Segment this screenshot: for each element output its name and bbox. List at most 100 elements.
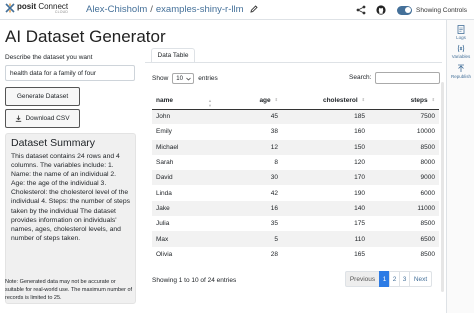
cell-name: Olivia (156, 250, 173, 258)
top-bar: posit Connect CLOUD Alex-Chisholm / exampl… (0, 0, 474, 20)
cell-cholesterol: 165 (354, 250, 365, 258)
generate-dataset-button[interactable]: Generate Dataset (5, 87, 80, 106)
cell-cholesterol: 150 (282, 139, 369, 155)
column-header-steps[interactable]: steps ⇕ (369, 92, 439, 110)
show-label: Show (152, 75, 169, 82)
sort-icon: ⇕ (274, 96, 278, 102)
rail-item-republish[interactable]: Republish (447, 64, 474, 79)
column-label: name (156, 96, 173, 104)
rail-item-logs[interactable]: Logs (447, 25, 474, 40)
cell-cholesterol: 190 (354, 189, 365, 197)
page-length-control: Show 10 entries (152, 73, 218, 84)
cell-steps: 9000 (369, 170, 439, 186)
cell-cholesterol: 110 (282, 231, 369, 247)
cell-steps: 7500 (369, 109, 439, 125)
table-row[interactable]: Julia 35 175 8500 (152, 216, 439, 231)
tab-divider (145, 62, 442, 63)
table-header-row: name ▲ ▼ age ⇕ cholesterol ⇕ steps ⇕ (152, 92, 439, 110)
page-length-select[interactable]: 10 (172, 73, 195, 84)
show-controls-label: Showing Controls (416, 6, 467, 14)
chevron-down-icon (186, 77, 192, 80)
column-label: age (259, 96, 271, 104)
breadcrumb-app-name[interactable]: examples-shiny-r-llm (156, 4, 244, 15)
cell-steps: 11000 (369, 200, 439, 217)
cell-age: 35 (270, 220, 278, 228)
cell-age: 28 (270, 250, 278, 258)
table-row[interactable]: Sarah 8 120 8000 (152, 155, 439, 170)
table-row[interactable]: Max 5 110 6500 (152, 231, 439, 247)
cell-name: Julia (156, 220, 170, 228)
table-row[interactable]: Michael 12 150 8500 (152, 139, 439, 155)
tab-data-table[interactable]: Data Table (151, 48, 195, 63)
cell-name: John (152, 109, 222, 125)
next-page-button[interactable]: Next (409, 271, 432, 287)
breadcrumb-owner[interactable]: Alex-Chisholm (86, 4, 147, 15)
cell-name: Emily (156, 128, 172, 136)
cell-name: Linda (156, 189, 172, 197)
cell-age: 45 (222, 109, 282, 125)
breadcrumb-separator: / (150, 4, 153, 15)
republish-icon (458, 64, 464, 72)
table-info: Showing 1 to 10 of 24 entries (152, 277, 237, 284)
prompt-input[interactable] (5, 65, 135, 81)
show-controls-toggle[interactable] (397, 5, 413, 15)
download-csv-button[interactable]: Download CSV (5, 109, 80, 128)
cell-name: David (152, 170, 222, 186)
cell-steps: 8000 (420, 159, 435, 167)
table-row[interactable]: Jake 16 140 11000 (152, 200, 439, 217)
table-row[interactable]: David 30 170 9000 (152, 170, 439, 186)
cell-steps: 6500 (369, 231, 439, 247)
cell-steps: 8500 (420, 220, 435, 228)
column-header-cholesterol[interactable]: cholesterol ⇕ (282, 92, 369, 110)
sort-icon: ⇕ (361, 96, 365, 102)
github-icon[interactable] (375, 4, 387, 16)
cell-cholesterol: 175 (354, 220, 365, 228)
cell-age: 38 (270, 128, 278, 136)
app-title: AI Dataset Generator (5, 27, 166, 46)
previous-page-button[interactable]: Previous (345, 271, 380, 287)
column-header-age[interactable]: age ⇕ (222, 92, 282, 110)
search-label: Search: (349, 74, 372, 81)
sort-icon: ⇕ (431, 96, 435, 102)
column-label: cholesterol (322, 96, 358, 104)
rail-item-variables[interactable]: Variables (447, 44, 474, 59)
cell-name: Max (152, 231, 222, 247)
sort-icon: ▲ ▼ (208, 98, 212, 108)
cell-cholesterol: 170 (282, 170, 369, 186)
cell-name: Jake (152, 200, 222, 217)
column-header-name[interactable]: name ▲ ▼ (152, 92, 222, 110)
table-search-input[interactable] (375, 72, 440, 84)
scrollbar[interactable] (441, 82, 444, 292)
download-csv-label: Download CSV (25, 115, 70, 122)
rail-variables-label: Variables (451, 54, 471, 59)
cell-name: Michael (152, 139, 222, 155)
cell-cholesterol: 185 (282, 109, 369, 125)
pagination: Previous 1 2 3 Next (345, 271, 432, 287)
rail-republish-label: Republish (450, 74, 471, 79)
table-row[interactable]: Emily 38 160 10000 (152, 124, 439, 139)
cell-age: 30 (222, 170, 282, 186)
brand-name-bold: posit (17, 2, 37, 11)
breadcrumb: Alex-Chisholm / examples-shiny-r-llm (86, 4, 258, 15)
cell-age: 8 (274, 159, 278, 167)
table-row[interactable]: Linda 42 190 6000 (152, 185, 439, 200)
prompt-label: Describe the dataset you want (5, 54, 93, 61)
column-label: steps (410, 96, 428, 104)
share-icon[interactable] (355, 4, 367, 16)
rail-logs-label: Logs (456, 35, 466, 40)
table-row[interactable]: Olivia 28 165 8500 (152, 247, 439, 262)
data-table: name ▲ ▼ age ⇕ cholesterol ⇕ steps ⇕ John 45 18… (152, 92, 439, 262)
brand-sub: CLOUD (54, 10, 69, 14)
logs-icon (457, 25, 465, 34)
right-rail: Logs Variables Republish (446, 20, 474, 313)
pencil-icon[interactable] (250, 5, 258, 13)
posit-connect-brand[interactable]: posit Connect CLOUD (5, 3, 68, 15)
cell-steps: 6000 (420, 189, 435, 197)
variables-icon (457, 44, 465, 53)
cell-steps: 8500 (420, 250, 435, 258)
disclaimer-note: Note: Generated data may not be accurate… (5, 279, 133, 301)
table-row[interactable]: John 45 185 7500 (152, 109, 439, 125)
cell-age: 5 (222, 231, 282, 247)
summary-text: This dataset contains 24 rows and 4 colu… (11, 153, 131, 242)
cell-cholesterol: 140 (282, 200, 369, 217)
